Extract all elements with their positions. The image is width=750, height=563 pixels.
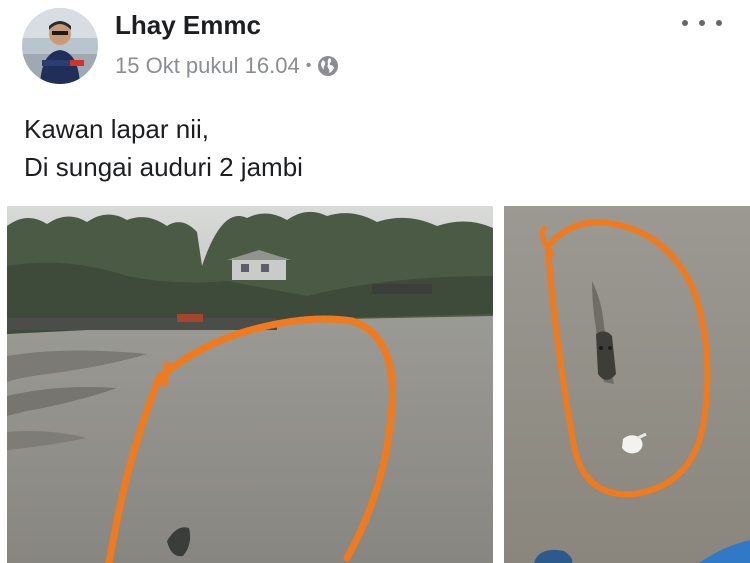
more-dot xyxy=(716,20,722,26)
more-options-button[interactable] xyxy=(682,8,722,38)
post-text-line: Di sungai auduri 2 jambi xyxy=(24,152,303,182)
more-dot xyxy=(699,20,705,26)
more-dot xyxy=(682,20,688,26)
author-name[interactable]: Lhay Emmc xyxy=(115,10,261,41)
post-meta: 15 Okt pukul 16.04 • xyxy=(115,53,339,79)
avatar[interactable] xyxy=(22,8,98,84)
meta-separator: • xyxy=(305,57,312,74)
crocodile-photo[interactable] xyxy=(504,206,750,563)
post-text-line: Kawan lapar nii, xyxy=(24,114,209,144)
globe-icon[interactable] xyxy=(317,55,339,77)
river-photo[interactable] xyxy=(7,206,493,563)
post-body-text: Kawan lapar nii, Di sungai auduri 2 jamb… xyxy=(24,110,303,186)
post-timestamp[interactable]: 15 Okt pukul 16.04 xyxy=(115,53,300,79)
avatar-image xyxy=(22,8,98,84)
post-header: Lhay Emmc 15 Okt pukul 16.04 • xyxy=(0,0,750,100)
